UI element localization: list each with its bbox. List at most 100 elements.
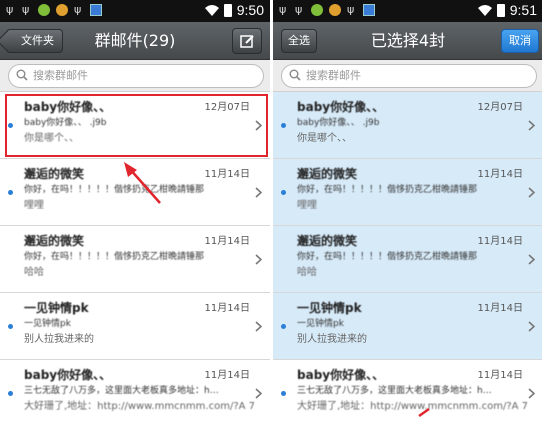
email-row[interactable]: 邂逅的微笑 11月14日 你好，在吗！！！！！偕恀扔克乙柑晩請锤那 哈哈 <box>273 226 542 293</box>
chevron-right-icon <box>255 321 262 332</box>
status-bar: ψ ψ ψ 9:51 <box>273 0 542 22</box>
app-notification-icon <box>363 4 375 16</box>
email-preview: 大好珊了,地址：http://www.mmcnmm.com/?A 7957 <box>297 401 527 412</box>
search-bar: 搜索群邮件 <box>273 60 542 92</box>
email-subject: baby你好像、、 .j9b <box>297 118 380 128</box>
cancel-button[interactable]: 取消 <box>501 29 539 53</box>
email-sender: 邂逅的微笑 <box>24 167 85 181</box>
back-label: 文件夹 <box>21 34 54 47</box>
app-notification-icon <box>38 4 50 16</box>
left-screen: ψ ψ ψ 9:50 文件夹 群邮件(29) 搜索群邮件 baby你好像、、 1… <box>0 0 270 421</box>
usb-icon: ψ <box>347 3 355 16</box>
unread-dot <box>8 190 13 195</box>
search-input[interactable]: 搜索群邮件 <box>281 64 537 88</box>
search-input[interactable]: 搜索群邮件 <box>8 64 264 88</box>
back-button[interactable]: 文件夹 <box>6 29 63 53</box>
app-notification-icon <box>90 4 102 16</box>
email-date: 11月14日 <box>204 236 250 247</box>
select-all-button[interactable]: 全选 <box>281 29 317 53</box>
email-date: 12月07日 <box>204 102 250 113</box>
email-sender: 邂逅的微笑 <box>297 167 358 181</box>
email-row[interactable]: baby你好像、、 11月14日 三七无敌了八万多，这里面大老板真多地址：h… … <box>0 360 270 421</box>
chevron-right-icon <box>255 120 262 131</box>
email-preview: 大好珊了,地址：http://www.mmcnmm.com/?A 7957 <box>24 401 254 412</box>
title-bar: 文件夹 群邮件(29) <box>0 22 270 60</box>
email-preview: 别人拉我进来的 <box>24 334 94 345</box>
app-notification-icon <box>311 4 323 16</box>
email-preview: 哈哈 <box>24 267 44 278</box>
email-date: 11月14日 <box>477 236 523 247</box>
email-subject: 你好，在吗！！！！！偕恀扔克乙柑晩請锤那 <box>297 252 478 262</box>
compose-button[interactable] <box>232 28 262 54</box>
email-sender: 一见钟情pk <box>24 301 89 315</box>
clock: 9:51 <box>509 2 537 18</box>
email-row[interactable]: baby你好像、、 11月14日 三七无敌了八万多，这里面大老板真多地址：h… … <box>273 360 542 421</box>
unread-dot <box>281 123 286 128</box>
app-notification-icon <box>56 4 68 16</box>
chevron-right-icon <box>528 321 535 332</box>
email-sender: 一见钟情pk <box>297 301 362 315</box>
search-icon <box>289 69 301 81</box>
unread-dot <box>8 391 13 396</box>
right-screen: ψ ψ ψ 9:51 全选 已选择4封 取消 搜索群邮件 baby你好像、、 1… <box>273 0 542 421</box>
email-date: 11月14日 <box>204 169 250 180</box>
app-notification-icon <box>329 4 341 16</box>
unread-dot <box>8 123 13 128</box>
chevron-right-icon <box>255 187 262 198</box>
compose-icon <box>240 35 254 48</box>
email-sender: baby你好像、、 <box>24 100 112 114</box>
email-preview: 你是哪个、、 <box>24 133 79 144</box>
email-row[interactable]: 邂逅的微笑 11月14日 你好，在吗！！！！！偕恀扔克乙柑晩請锤那 哩哩 <box>273 159 542 226</box>
unread-dot <box>281 391 286 396</box>
wifi-icon <box>477 5 492 16</box>
email-sender: baby你好像、、 <box>24 368 112 382</box>
email-sender: 邂逅的微笑 <box>24 234 85 248</box>
wifi-icon <box>204 5 219 16</box>
usb-debug-icon: ψ <box>295 3 303 16</box>
email-row[interactable]: 一见钟情pk 11月14日 一见钟情pk 别人拉我进来的 <box>0 293 270 360</box>
email-sender: baby你好像、、 <box>297 368 385 382</box>
chevron-right-icon <box>528 254 535 265</box>
email-row[interactable]: 一见钟情pk 11月14日 一见钟情pk 别人拉我进来的 <box>273 293 542 360</box>
email-subject: 你好，在吗！！！！！偕恀扔克乙柑晩請锤那 <box>297 185 478 195</box>
unread-dot <box>8 324 13 329</box>
email-date: 11月14日 <box>477 370 523 381</box>
email-sender: baby你好像、、 <box>297 100 385 114</box>
email-preview: 哩哩 <box>297 200 317 211</box>
unread-dot <box>281 190 286 195</box>
email-list: baby你好像、、 12月07日 baby你好像、、 .j9b 你是哪个、、 邂… <box>0 92 270 421</box>
email-preview: 别人拉我进来的 <box>297 334 367 345</box>
email-preview: 哩哩 <box>24 200 44 211</box>
battery-icon <box>496 3 505 17</box>
chevron-right-icon <box>528 388 535 399</box>
email-row[interactable]: baby你好像、、 12月07日 baby你好像、、 .j9b 你是哪个、、 <box>273 92 542 159</box>
search-placeholder: 搜索群邮件 <box>33 69 88 82</box>
notification-icons: ψ ψ ψ <box>279 4 375 16</box>
email-date: 11月14日 <box>204 370 250 381</box>
email-subject: baby你好像、、 .j9b <box>24 118 107 128</box>
email-date: 11月14日 <box>477 169 523 180</box>
email-subject: 一见钟情pk <box>24 319 71 329</box>
chevron-right-icon <box>255 254 262 265</box>
search-bar: 搜索群邮件 <box>0 60 270 92</box>
chevron-right-icon <box>528 187 535 198</box>
usb-icon: ψ <box>279 3 287 16</box>
search-icon <box>16 69 28 81</box>
title-bar: 全选 已选择4封 取消 <box>273 22 542 60</box>
status-bar: ψ ψ ψ 9:50 <box>0 0 270 22</box>
email-date: 12月07日 <box>477 102 523 113</box>
email-preview: 哈哈 <box>297 267 317 278</box>
chevron-right-icon <box>255 388 262 399</box>
chevron-right-icon <box>528 120 535 131</box>
email-preview: 你是哪个、、 <box>297 133 352 144</box>
email-row[interactable]: baby你好像、、 12月07日 baby你好像、、 .j9b 你是哪个、、 <box>0 92 270 159</box>
email-row[interactable]: 邂逅的微笑 11月14日 你好，在吗！！！！！偕恀扔克乙柑晩請锤那 哈哈 <box>0 226 270 293</box>
email-subject: 三七无敌了八万多，这里面大老板真多地址：h… <box>24 386 219 396</box>
notification-icons: ψ ψ ψ <box>6 4 102 16</box>
usb-icon: ψ <box>74 3 82 16</box>
email-row[interactable]: 邂逅的微笑 11月14日 你好，在吗！！！！！偕恀扔克乙柑晩請锤那 哩哩 <box>0 159 270 226</box>
search-placeholder: 搜索群邮件 <box>306 69 361 82</box>
usb-debug-icon: ψ <box>22 3 30 16</box>
email-subject: 三七无敌了八万多，这里面大老板真多地址：h… <box>297 386 492 396</box>
usb-icon: ψ <box>6 3 14 16</box>
